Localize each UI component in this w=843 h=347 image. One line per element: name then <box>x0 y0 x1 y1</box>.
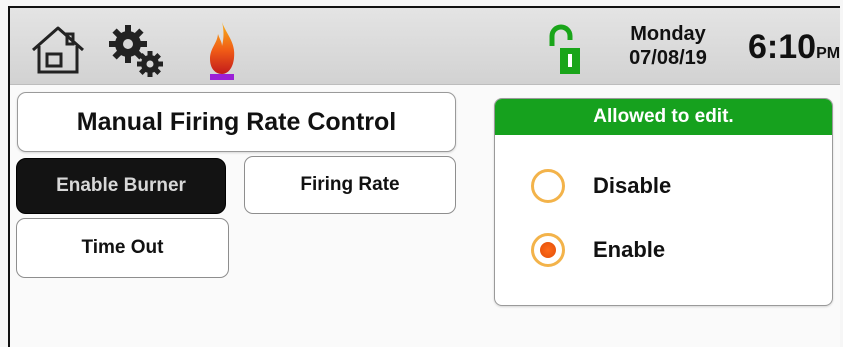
clock: 6:10PM <box>748 28 840 67</box>
disable-label: Disable <box>593 173 672 198</box>
firing-rate-button[interactable]: Firing Rate <box>244 156 456 214</box>
touch-screen: Monday 07/08/19 6:10PM Manual Firing Rat… <box>8 6 840 347</box>
enable-burner-button[interactable]: Enable Burner <box>16 158 226 214</box>
day-label: Monday <box>630 23 706 45</box>
enable-option[interactable]: Enable <box>531 233 665 267</box>
status-bar: Monday 07/08/19 6:10PM <box>10 8 840 85</box>
burner-flame-icon[interactable] <box>204 18 240 84</box>
disable-radio[interactable] <box>531 169 565 203</box>
ampm-label: PM <box>816 45 841 62</box>
edit-status-header: Allowed to edit. <box>495 99 832 135</box>
edit-permission-panel: Allowed to edit. Disable Enable <box>494 98 833 306</box>
date-display: Monday 07/08/19 <box>608 22 728 70</box>
disable-option[interactable]: Disable <box>531 169 671 203</box>
home-icon[interactable] <box>27 20 89 78</box>
page-title-text: Manual Firing Rate Control <box>76 107 397 136</box>
page-title: Manual Firing Rate Control <box>17 92 456 152</box>
date-label: 07/08/19 <box>629 47 707 69</box>
time-out-button[interactable]: Time Out <box>16 218 229 278</box>
time-label: 6:10 <box>748 28 817 66</box>
unlocked-icon <box>548 24 582 76</box>
settings-gear-icon[interactable] <box>106 22 168 80</box>
enable-label: Enable <box>593 237 666 262</box>
enable-radio[interactable] <box>531 233 565 267</box>
